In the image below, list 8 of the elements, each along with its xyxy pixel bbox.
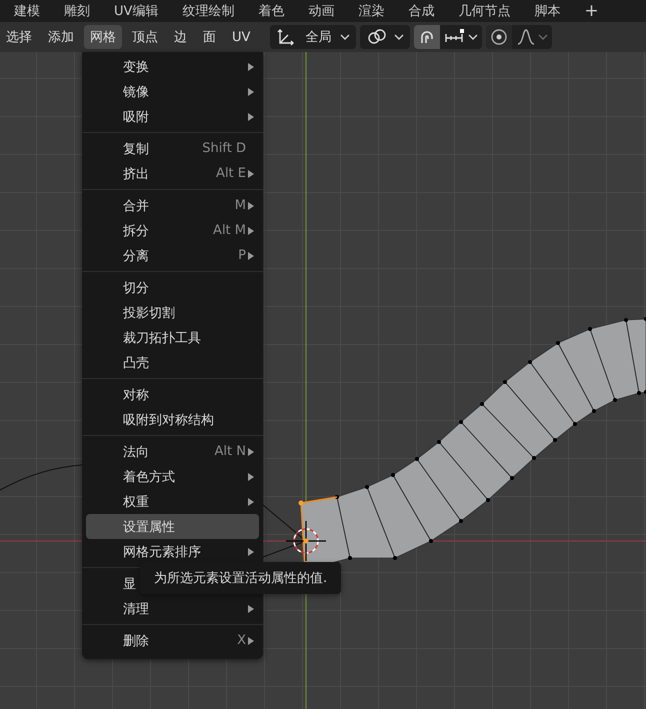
shortcut-label: Shift D xyxy=(202,141,246,156)
shortcut-label: M xyxy=(234,198,246,213)
shortcut-label: X xyxy=(237,633,246,648)
shortcut-label: P xyxy=(238,248,246,263)
shortcut-label: Alt N xyxy=(214,444,246,459)
tooltip: 为所选元素设置活动属性的值. xyxy=(140,562,342,594)
shortcut-label: Alt E xyxy=(216,166,246,181)
shortcut-label: Alt M xyxy=(213,223,246,238)
